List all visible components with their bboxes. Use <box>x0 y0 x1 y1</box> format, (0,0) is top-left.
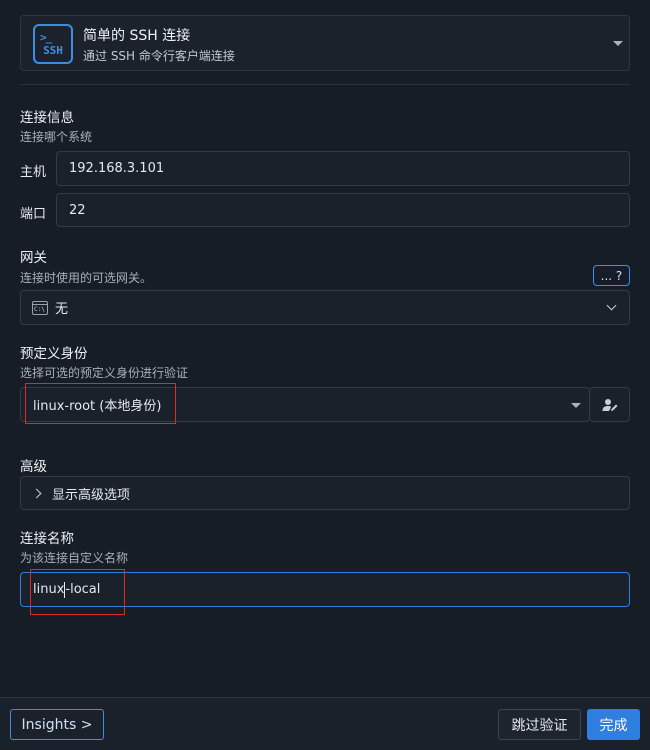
connection-type-selector[interactable]: >_ SSH 简单的 SSH 连接 通过 SSH 命令行客户端连接 <box>20 15 630 71</box>
port-label: 端口 <box>20 207 47 222</box>
gateway-selected-value: 无 <box>55 302 69 317</box>
ssh-terminal-icon: >_ SSH <box>33 24 73 64</box>
host-value: 192.168.3.101 <box>69 161 165 176</box>
identity-subtitle: 选择可选的预定义身份进行验证 <box>20 366 189 380</box>
identity-edit-button[interactable] <box>589 387 630 422</box>
gateway-title: 网关 <box>20 250 47 266</box>
user-edit-icon <box>602 398 617 411</box>
connection-info-title: 连接信息 <box>20 110 74 126</box>
identity-title: 预定义身份 <box>20 346 88 362</box>
advanced-options-toggle[interactable]: 显示高级选项 <box>20 476 630 510</box>
port-input[interactable]: 22 <box>56 193 630 227</box>
connection-type-title: 简单的 SSH 连接 <box>83 28 191 44</box>
chevron-right-icon <box>31 488 42 498</box>
connection-name-title: 连接名称 <box>20 531 74 547</box>
connection-name-subtitle: 为该连接自定义名称 <box>20 551 129 565</box>
gateway-select[interactable]: C:\ 无 <box>20 290 630 325</box>
port-value: 22 <box>69 202 86 218</box>
skip-validation-button[interactable]: 跳过验证 <box>498 709 581 740</box>
insights-button[interactable]: Insights > <box>10 709 104 740</box>
connection-type-description: 通过 SSH 命令行客户端连接 <box>83 49 235 63</box>
advanced-toggle-label: 显示高级选项 <box>52 487 131 503</box>
connection-info-subtitle: 连接哪个系统 <box>20 130 93 144</box>
terminal-icon: C:\ <box>32 300 48 315</box>
dropdown-caret-icon <box>613 41 623 46</box>
done-button[interactable]: 完成 <box>587 709 640 740</box>
highlight-box <box>25 383 176 424</box>
host-label: 主机 <box>20 165 47 180</box>
gateway-help-button[interactable]: ... ? <box>593 265 630 286</box>
chevron-down-icon <box>606 300 617 311</box>
host-input[interactable]: 192.168.3.101 <box>56 151 630 186</box>
dropdown-caret-icon <box>571 403 581 408</box>
gateway-subtitle: 连接时使用的可选网关。 <box>20 271 153 285</box>
highlight-box <box>30 569 125 615</box>
advanced-title: 高级 <box>20 459 47 475</box>
divider <box>20 84 630 85</box>
